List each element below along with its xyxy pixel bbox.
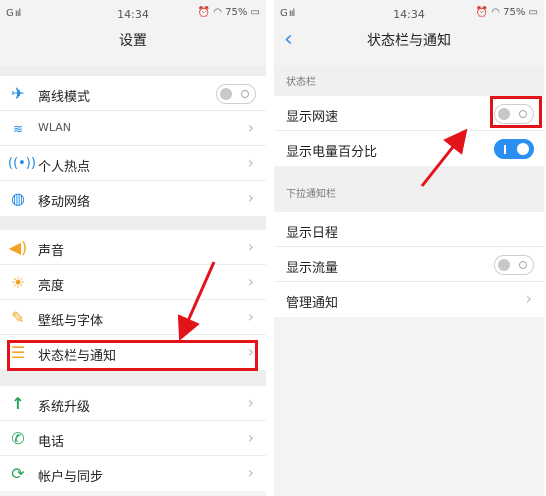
status-bar: G ııl 14:34 ⏰ ◠ 75% ▭ [0,0,266,28]
chevron-right-icon: › [247,272,254,291]
globe-icon: ◍ [11,189,25,208]
alarm-icon: ⏰ [197,7,211,18]
setting-row-hotspot[interactable]: ((•)) 个人热点 › [0,146,266,181]
setting-label: 声音 [38,244,65,259]
battery-percent: 75% [503,7,526,18]
sync-icon: ⟳ [11,464,25,483]
setting-label: WLAN [38,121,72,134]
status-icons: ⏰ ◠ 75% ▭ [198,7,260,18]
setting-row-phone[interactable]: ✆ 电话 › [0,421,266,456]
chevron-right-icon: › [247,307,254,326]
setting-row-mobile-network[interactable]: ◍ 移动网络 › [0,181,266,216]
setting-label: 显示网速 [286,110,339,125]
highlight-box-network-speed [490,96,542,128]
wifi-status-icon: ◠ [491,7,500,18]
setting-label: 电话 [38,435,65,450]
battery-icon: ▭ [528,7,538,18]
status-bar: G ııl 14:34 ⏰ ◠ 75% ▭ [274,0,544,28]
battery-percent: 75% [225,7,248,18]
brush-icon: ✎ [11,308,25,327]
settings-screen: G ııl 14:34 ⏰ ◠ 75% ▭ 设置 ✈ 离线模式 ≋ WLAN ›… [0,0,266,496]
airplane-icon: ✈ [11,84,25,103]
setting-row-airplane-mode[interactable]: ✈ 离线模式 [0,76,266,111]
highlight-box-statusbar [7,340,258,371]
notification-drawer-settings-group: 显示日程 显示流量 管理通知 › [274,212,544,317]
page-title-bar: 设置 [0,28,266,66]
setting-label: 系统升级 [38,400,91,415]
hotspot-icon: ((•)) [8,156,36,171]
back-arrow-icon[interactable]: ‹ [284,28,293,52]
setting-row-account-sync[interactable]: ⟳ 帐户与同步 › [0,456,266,491]
setting-row-show-battery-percent[interactable]: 显示电量百分比 [274,131,544,166]
setting-label: 亮度 [38,279,65,294]
setting-row-show-data-usage[interactable]: 显示流量 [274,247,544,282]
setting-label: 移动网络 [38,195,91,210]
page-title: 状态栏与通知 [367,33,451,49]
setting-label: 管理通知 [286,296,339,311]
phone-icon: ✆ [11,429,25,448]
setting-label: 个人热点 [38,160,91,175]
chevron-right-icon: › [247,237,254,256]
setting-row-wallpaper-font[interactable]: ✎ 壁纸与字体 › [0,300,266,335]
brightness-icon: ☀ [10,273,26,292]
page-title-bar: ‹ 状态栏与通知 [274,28,544,66]
chevron-right-icon: › [247,463,254,482]
battery-percent-toggle[interactable] [494,139,534,159]
settings-group-network: ✈ 离线模式 ≋ WLAN › ((•)) 个人热点 › ◍ 移动网络 › [0,76,266,216]
chevron-right-icon: › [247,188,254,207]
chevron-right-icon: › [525,289,532,308]
airplane-mode-toggle[interactable] [216,84,256,104]
setting-row-manage-notifications[interactable]: 管理通知 › [274,282,544,317]
speaker-icon: ◀) [8,238,28,257]
setting-label: 帐户与同步 [38,470,104,485]
statusbar-notifications-screen: G ııl 14:34 ⏰ ◠ 75% ▭ ‹ 状态栏与通知 状态栏 显示网速 … [274,0,544,496]
setting-row-show-schedule[interactable]: 显示日程 [274,212,544,247]
page-title: 设置 [119,33,147,49]
status-icons: ⏰ ◠ 75% ▭ [476,7,538,18]
setting-label: 显示电量百分比 [286,145,378,160]
section-header-notification-drawer: 下拉通知栏 [274,166,544,212]
setting-label: 离线模式 [38,90,91,105]
setting-row-system-upgrade[interactable]: ↑ 系统升级 › [0,386,266,421]
wifi-icon: ≋ [12,122,24,136]
setting-label: 显示日程 [286,226,339,241]
setting-label: 显示流量 [286,261,339,276]
upgrade-arrow-icon: ↑ [11,394,25,413]
wifi-status-icon: ◠ [213,7,222,18]
section-header-statusbar: 状态栏 [274,66,544,96]
setting-row-sound[interactable]: ◀) 声音 › [0,230,266,265]
chevron-right-icon: › [247,153,254,172]
chevron-right-icon: › [247,118,254,137]
data-usage-toggle[interactable] [494,255,534,275]
setting-row-wlan[interactable]: ≋ WLAN › [0,111,266,146]
chevron-right-icon: › [247,393,254,412]
setting-row-brightness[interactable]: ☀ 亮度 › [0,265,266,300]
battery-icon: ▭ [250,7,260,18]
setting-label: 壁纸与字体 [38,314,104,329]
alarm-icon: ⏰ [475,7,489,18]
chevron-right-icon: › [247,428,254,447]
settings-group-system: ↑ 系统升级 › ✆ 电话 › ⟳ 帐户与同步 › [0,386,266,491]
